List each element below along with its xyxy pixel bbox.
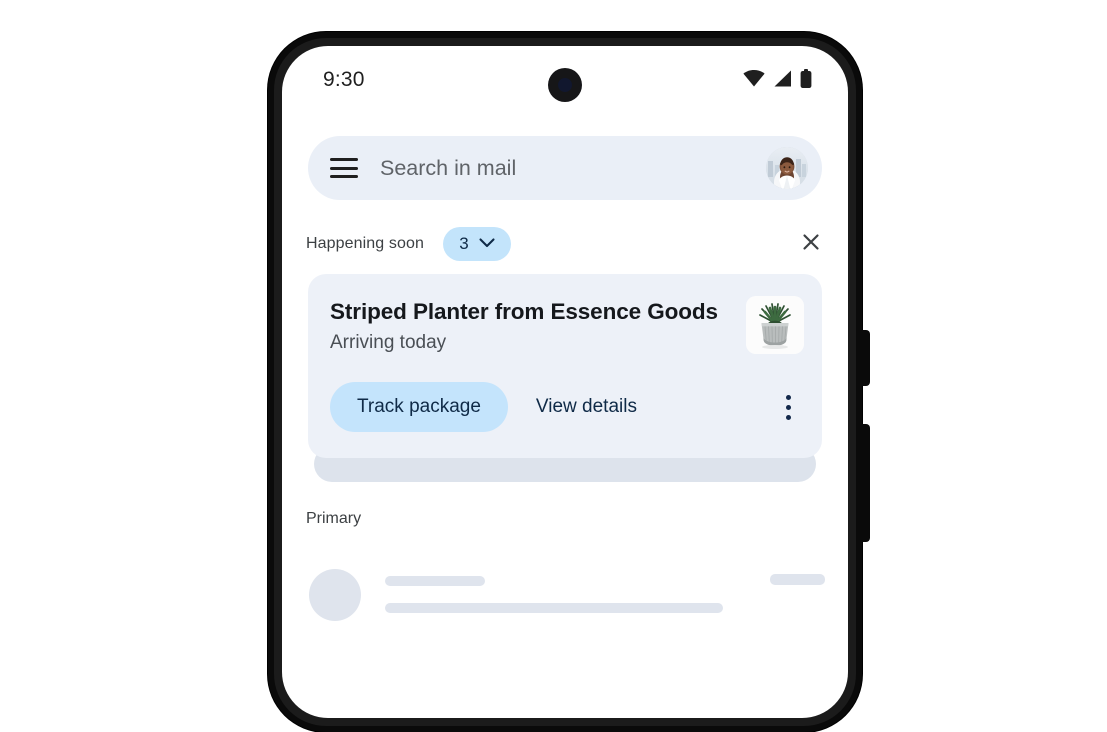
search-input[interactable] (380, 155, 766, 181)
email-list-item-placeholder[interactable] (282, 566, 848, 636)
more-vertical-icon[interactable] (772, 385, 804, 429)
package-tracking-card[interactable]: Striped Planter from Essence Goods Arriv… (308, 274, 822, 458)
volume-rocker-button[interactable] (860, 330, 870, 386)
overflow-dot (785, 394, 791, 400)
card-title: Striped Planter from Essence Goods (330, 299, 718, 324)
status-bar: 9:30 (282, 46, 848, 112)
happening-soon-count: 3 (459, 234, 469, 253)
primary-section-label: Primary (306, 510, 362, 527)
dismiss-happening-soon-button[interactable] (796, 229, 826, 259)
front-camera-punch-hole (548, 68, 582, 102)
close-icon (801, 232, 821, 257)
placeholder-subject-line (385, 603, 723, 613)
wifi-icon (743, 70, 765, 87)
search-bar[interactable] (308, 136, 822, 200)
status-bar-clock: 9:30 (323, 68, 365, 91)
camera-lens (558, 78, 572, 92)
avatar[interactable] (766, 147, 808, 189)
phone-screen: 9:30 Search in mail Happening soon 3 Str… (282, 46, 848, 718)
card-subtitle: Arriving today (330, 332, 447, 353)
placeholder-timestamp (770, 574, 825, 585)
placeholder-sender-line (385, 576, 485, 586)
happening-soon-header: Happening soon 3 (282, 220, 848, 268)
overflow-dot (785, 414, 791, 420)
track-package-button[interactable]: Track package (330, 382, 508, 432)
card-action-row: Track package View details (330, 380, 804, 434)
hamburger-line (330, 175, 358, 178)
cellular-signal-icon (773, 70, 792, 87)
hamburger-menu-icon[interactable] (330, 158, 358, 178)
power-button[interactable] (860, 424, 870, 542)
hamburger-line (330, 158, 358, 161)
card-text-block: Striped Planter from Essence Goods Arriv… (330, 298, 726, 354)
placeholder-avatar (309, 569, 361, 621)
happening-soon-count-chip[interactable]: 3 (442, 227, 511, 261)
hamburger-line (330, 166, 358, 170)
potted-plant-image (746, 296, 804, 354)
battery-icon (800, 69, 812, 88)
potted-plant-illustration (746, 296, 804, 354)
overflow-dot (785, 404, 791, 410)
status-bar-icons (743, 69, 812, 88)
view-details-button[interactable]: View details (518, 382, 655, 432)
avatar-photo (766, 147, 808, 189)
happening-soon-label: Happening soon (306, 235, 424, 252)
chevron-down-icon (479, 235, 495, 253)
